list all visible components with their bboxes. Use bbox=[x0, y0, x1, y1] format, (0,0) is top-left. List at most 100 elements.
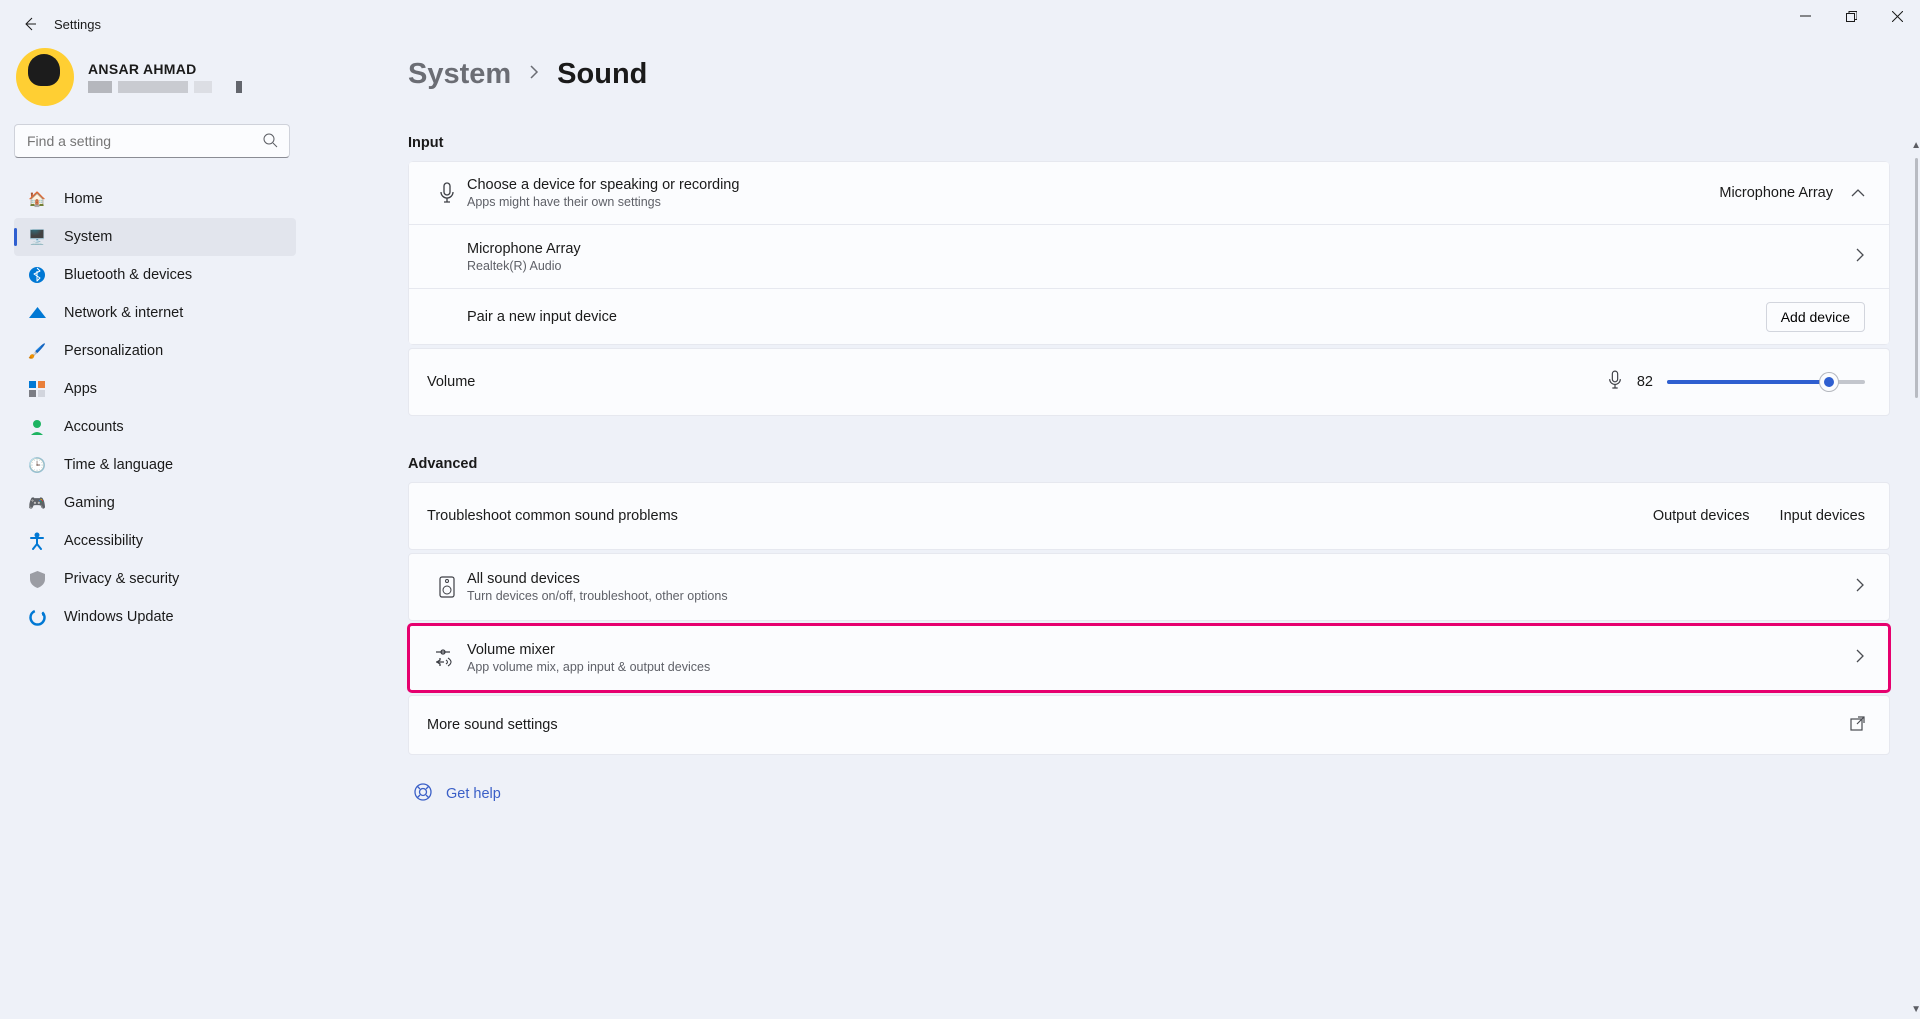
chevron-right-icon bbox=[1856, 248, 1865, 266]
search-input[interactable] bbox=[14, 124, 290, 158]
card-title: Choose a device for speaking or recordin… bbox=[467, 177, 1719, 193]
nav-label: Apps bbox=[64, 381, 97, 397]
card-subtitle: Apps might have their own settings bbox=[467, 195, 1719, 209]
nav-privacy[interactable]: Privacy & security bbox=[14, 560, 296, 598]
minimize-icon bbox=[1800, 11, 1811, 22]
person-icon bbox=[28, 419, 46, 435]
selected-input-device: Microphone Array bbox=[1719, 185, 1833, 201]
nav-bluetooth[interactable]: Bluetooth & devices bbox=[14, 256, 296, 294]
get-help-label: Get help bbox=[446, 786, 501, 802]
card-title: All sound devices bbox=[467, 571, 1856, 587]
nav-label: Network & internet bbox=[64, 305, 183, 321]
avatar bbox=[16, 48, 74, 106]
nav-label: Accessibility bbox=[64, 533, 143, 549]
choose-input-device-row[interactable]: Choose a device for speaking or recordin… bbox=[408, 161, 1890, 225]
all-sound-devices-row[interactable]: All sound devices Turn devices on/off, t… bbox=[408, 553, 1890, 621]
nav-label: Privacy & security bbox=[64, 571, 179, 587]
user-email-redacted bbox=[88, 81, 242, 93]
nav-label: Personalization bbox=[64, 343, 163, 359]
card-subtitle: App volume mix, app input & output devic… bbox=[467, 660, 1856, 674]
nav-label: Gaming bbox=[64, 495, 115, 511]
mixer-icon bbox=[427, 648, 467, 668]
nav-label: Time & language bbox=[64, 457, 173, 473]
microphone-icon bbox=[427, 182, 467, 204]
nav-personalization[interactable]: 🖌️ Personalization bbox=[14, 332, 296, 370]
external-link-icon bbox=[1850, 716, 1865, 735]
breadcrumb-current: Sound bbox=[557, 58, 647, 91]
close-icon bbox=[1892, 11, 1903, 22]
nav-gaming[interactable]: 🎮 Gaming bbox=[14, 484, 296, 522]
slider-fill bbox=[1667, 380, 1829, 384]
breadcrumb-parent[interactable]: System bbox=[408, 58, 511, 91]
volume-value: 82 bbox=[1637, 374, 1653, 390]
card-subtitle: Realtek(R) Audio bbox=[467, 259, 1856, 273]
chevron-right-icon bbox=[1856, 578, 1865, 596]
card-title: Troubleshoot common sound problems bbox=[427, 508, 1653, 524]
search-icon bbox=[263, 133, 278, 153]
apps-icon bbox=[28, 381, 46, 397]
nav-system[interactable]: 🖥️ System bbox=[14, 218, 296, 256]
scroll-down-button[interactable]: ▼ bbox=[1911, 1004, 1920, 1015]
more-sound-settings-row[interactable]: More sound settings bbox=[408, 695, 1890, 755]
chevron-right-icon bbox=[529, 65, 539, 84]
system-icon: 🖥️ bbox=[28, 229, 46, 246]
back-button[interactable] bbox=[14, 8, 46, 40]
slider-thumb[interactable] bbox=[1820, 373, 1838, 391]
nav-accounts[interactable]: Accounts bbox=[14, 408, 296, 446]
user-block[interactable]: ANSAR AHMAD bbox=[14, 48, 296, 106]
microphone-icon[interactable] bbox=[1607, 370, 1623, 395]
get-help-link[interactable]: Get help bbox=[408, 783, 1890, 805]
troubleshoot-row: Troubleshoot common sound problems Outpu… bbox=[408, 482, 1890, 550]
nav-label: Windows Update bbox=[64, 609, 174, 625]
help-icon bbox=[414, 783, 432, 805]
nav-accessibility[interactable]: Accessibility bbox=[14, 522, 296, 560]
card-title: Volume mixer bbox=[467, 642, 1856, 658]
scroll-up-button[interactable]: ▲ bbox=[1911, 140, 1920, 151]
bluetooth-icon bbox=[28, 267, 46, 283]
accessibility-icon bbox=[28, 532, 46, 550]
nav-home[interactable]: 🏠 Home bbox=[14, 180, 296, 218]
nav-label: Bluetooth & devices bbox=[64, 267, 192, 283]
nav-apps[interactable]: Apps bbox=[14, 370, 296, 408]
input-volume-row: Volume 82 bbox=[408, 348, 1890, 416]
shield-icon bbox=[28, 571, 46, 588]
network-icon bbox=[28, 307, 46, 320]
chevron-up-icon bbox=[1851, 185, 1865, 201]
volume-mixer-row[interactable]: Volume mixer App volume mix, app input &… bbox=[408, 624, 1890, 692]
card-title: Pair a new input device bbox=[467, 309, 1766, 325]
card-title: More sound settings bbox=[427, 717, 1850, 733]
add-device-button[interactable]: Add device bbox=[1766, 302, 1865, 332]
arrow-left-icon bbox=[22, 16, 38, 32]
nav-label: Home bbox=[64, 191, 103, 207]
input-device-microphone-array[interactable]: Microphone Array Realtek(R) Audio bbox=[408, 225, 1890, 289]
speaker-icon bbox=[427, 576, 467, 598]
section-title-advanced: Advanced bbox=[408, 456, 1890, 472]
update-icon bbox=[28, 609, 46, 626]
nav-network[interactable]: Network & internet bbox=[14, 294, 296, 332]
nav-label: System bbox=[64, 229, 112, 245]
sidebar: ANSAR AHMAD 🏠 Home 🖥️ System Bluetooth & d… bbox=[0, 48, 306, 1019]
output-devices-button[interactable]: Output devices bbox=[1653, 508, 1750, 524]
card-subtitle: Turn devices on/off, troubleshoot, other… bbox=[467, 589, 1856, 603]
volume-label: Volume bbox=[427, 374, 475, 390]
input-devices-button[interactable]: Input devices bbox=[1780, 508, 1865, 524]
volume-slider[interactable] bbox=[1667, 380, 1865, 384]
close-button[interactable] bbox=[1874, 0, 1920, 32]
nav-time[interactable]: 🕒 Time & language bbox=[14, 446, 296, 484]
nav-update[interactable]: Windows Update bbox=[14, 598, 296, 636]
brush-icon: 🖌️ bbox=[28, 343, 46, 360]
gamepad-icon: 🎮 bbox=[28, 495, 46, 512]
home-icon: 🏠 bbox=[28, 191, 46, 208]
card-title: Microphone Array bbox=[467, 241, 1856, 257]
scrollbar[interactable] bbox=[1915, 158, 1918, 398]
chevron-right-icon bbox=[1856, 649, 1865, 667]
app-title: Settings bbox=[54, 17, 101, 32]
pair-input-device-row: Pair a new input device Add device bbox=[408, 289, 1890, 345]
clock-icon: 🕒 bbox=[28, 457, 46, 474]
user-name: ANSAR AHMAD bbox=[88, 61, 242, 77]
breadcrumb: System Sound bbox=[408, 58, 1890, 91]
minimize-button[interactable] bbox=[1782, 0, 1828, 32]
section-title-input: Input bbox=[408, 135, 1890, 151]
nav-label: Accounts bbox=[64, 419, 124, 435]
maximize-button[interactable] bbox=[1828, 0, 1874, 32]
